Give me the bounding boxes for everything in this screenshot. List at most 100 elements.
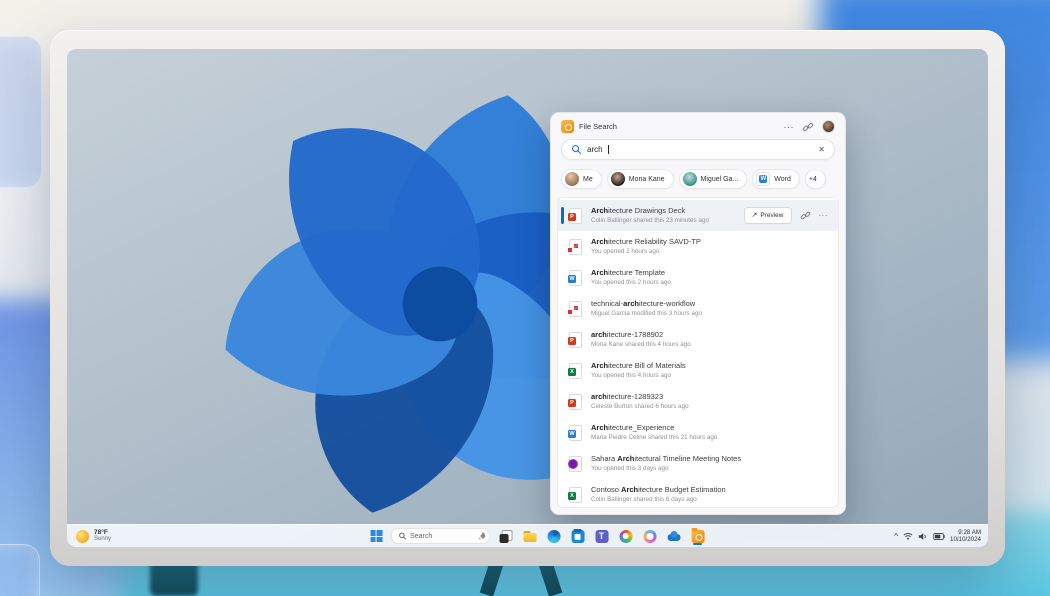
search-result-row[interactable]: architecture-1289323 Celeste Burton shar…: [558, 386, 838, 417]
result-title: Architecture Template: [591, 268, 671, 278]
desktop: File Search ···: [67, 49, 988, 547]
file-type-icon: [569, 425, 582, 441]
search-query-text: arch: [587, 145, 603, 154]
result-title: Architecture Drawings Deck: [591, 206, 709, 216]
filter-chip[interactable]: Miguel Ga...: [679, 169, 748, 189]
selection-accent-bar: [561, 207, 564, 224]
row-more-options-icon[interactable]: ···: [819, 213, 829, 218]
copilot-icon[interactable]: [642, 528, 657, 545]
result-title: technical-architecture-workflow: [591, 299, 702, 309]
monitor: File Search ···: [50, 30, 1005, 566]
search-result-row[interactable]: Architecture Template You opened this 2 …: [558, 262, 838, 293]
teams-icon[interactable]: T: [594, 528, 609, 545]
preview-button[interactable]: ↗Preview: [744, 207, 792, 224]
onedrive-icon[interactable]: [666, 528, 681, 545]
speaker-icon[interactable]: [918, 532, 928, 541]
window-title: File Search: [579, 122, 617, 131]
edge-icon[interactable]: [546, 528, 561, 545]
taskbar: 78°F Sunny Search: [67, 524, 988, 547]
filter-chip[interactable]: Me: [561, 169, 602, 189]
system-tray: ^ 9:28: [894, 525, 981, 547]
hidden-icons-chevron[interactable]: ^: [894, 534, 898, 540]
result-meta: Maria Piedre Celine shared this 21 hours…: [591, 433, 717, 443]
scene: File Search ···: [0, 0, 1050, 596]
start-button[interactable]: [370, 530, 382, 542]
result-title: Contoso Architecture Budget Estimation: [591, 485, 726, 495]
result-meta: You opened this 4 hours ago: [591, 371, 686, 381]
photos-icon[interactable]: [618, 528, 633, 545]
result-title: architecture-1289323: [591, 392, 689, 402]
file-search-app-icon[interactable]: [690, 528, 705, 545]
date-label: 10/10/2024: [950, 536, 981, 543]
glass-tile: [0, 36, 42, 188]
weather-widget[interactable]: 78°F Sunny: [76, 525, 111, 547]
file-type-icon: [569, 487, 582, 503]
search-icon: [398, 532, 406, 540]
search-results-list: Architecture Drawings Deck Colin Balling…: [557, 197, 839, 508]
taskbar-apps: T: [498, 528, 705, 545]
glass-tile: [0, 544, 40, 596]
file-search-app-icon: [561, 120, 574, 133]
search-result-row[interactable]: Contoso Architecture Budget Estimation C…: [558, 479, 838, 508]
result-title: architecture-1788902: [591, 330, 691, 340]
chip-avatar: [683, 172, 697, 186]
search-result-row[interactable]: Architecture Bill of Materials You opene…: [558, 355, 838, 386]
weather-temp: 78°F: [94, 529, 111, 536]
result-meta: You opened this 3 days ago: [591, 464, 741, 474]
search-result-row[interactable]: Architecture Reliability SAVD-TP You ope…: [558, 231, 838, 262]
text-caret: [608, 145, 609, 154]
user-avatar[interactable]: [822, 120, 835, 133]
open-diagonal-icon: ↗: [752, 213, 758, 219]
chip-avatar: [611, 172, 625, 186]
filter-chip[interactable]: Mona Kane: [607, 169, 674, 189]
search-result-row[interactable]: technical-architecture-workflow Miguel G…: [558, 293, 838, 324]
search-result-row[interactable]: Architecture Drawings Deck Colin Balling…: [558, 200, 838, 231]
clear-search-icon[interactable]: ✕: [818, 145, 825, 154]
sunny-weather-icon: [76, 530, 89, 543]
chip-label: Miguel Ga...: [701, 176, 739, 183]
clock[interactable]: 9:28 AM 10/10/2024: [950, 529, 981, 543]
task-view-icon[interactable]: [498, 528, 513, 545]
search-icon: [571, 144, 582, 155]
search-input[interactable]: arch ✕: [561, 139, 835, 160]
search-result-row[interactable]: Architecture_Experience Maria Piedre Cel…: [558, 417, 838, 448]
search-result-row[interactable]: architecture-1788902 Mona Kane shared th…: [558, 324, 838, 355]
file-type-icon: [569, 239, 582, 255]
result-title: Architecture_Experience: [591, 423, 717, 433]
chip-avatar: [565, 172, 579, 186]
weather-condition: Sunny: [94, 536, 111, 543]
filter-chip[interactable]: +4: [805, 169, 826, 189]
microsoft-store-icon[interactable]: [570, 528, 585, 545]
result-title: Sahara Architectural Timeline Meeting No…: [591, 454, 741, 464]
result-title: Architecture Reliability SAVD-TP: [591, 237, 701, 247]
chip-label: Mona Kane: [629, 176, 665, 183]
result-meta: You opened this 2 hours ago: [591, 278, 671, 288]
chip-label: +4: [809, 176, 817, 183]
search-placeholder: Search: [410, 533, 472, 540]
file-type-icon: [569, 456, 582, 472]
filter-chip[interactable]: Word: [752, 169, 800, 189]
window-header: File Search ···: [551, 113, 845, 139]
result-meta: Colin Ballinger shared this 6 days ago: [591, 495, 726, 505]
file-type-icon: [569, 208, 582, 224]
chip-avatar: [756, 172, 770, 186]
result-meta: You opened 2 hours ago: [591, 247, 701, 257]
result-meta: Mona Kane shared this 4 hours ago: [591, 340, 691, 350]
taskbar-search-box[interactable]: Search: [390, 528, 490, 544]
result-title: Architecture Bill of Materials: [591, 361, 686, 371]
battery-icon[interactable]: [933, 533, 945, 540]
result-meta: Celeste Burton shared 6 hours ago: [591, 402, 689, 412]
more-options-icon[interactable]: ···: [784, 124, 795, 130]
file-explorer-icon[interactable]: [522, 528, 537, 545]
chip-label: Word: [774, 176, 791, 183]
file-type-icon: [569, 363, 582, 379]
file-search-window: File Search ···: [550, 112, 846, 515]
search-result-row[interactable]: Sahara Architectural Timeline Meeting No…: [558, 448, 838, 479]
search-highlight-rocket-icon: [476, 531, 486, 541]
result-meta: Miguel Garcia modified this 3 hours ago: [591, 309, 702, 319]
file-type-icon: [569, 394, 582, 410]
wifi-icon[interactable]: [903, 532, 913, 540]
active-app-indicator: [693, 543, 702, 545]
link-icon[interactable]: [802, 121, 814, 133]
copy-link-icon[interactable]: [800, 210, 811, 221]
